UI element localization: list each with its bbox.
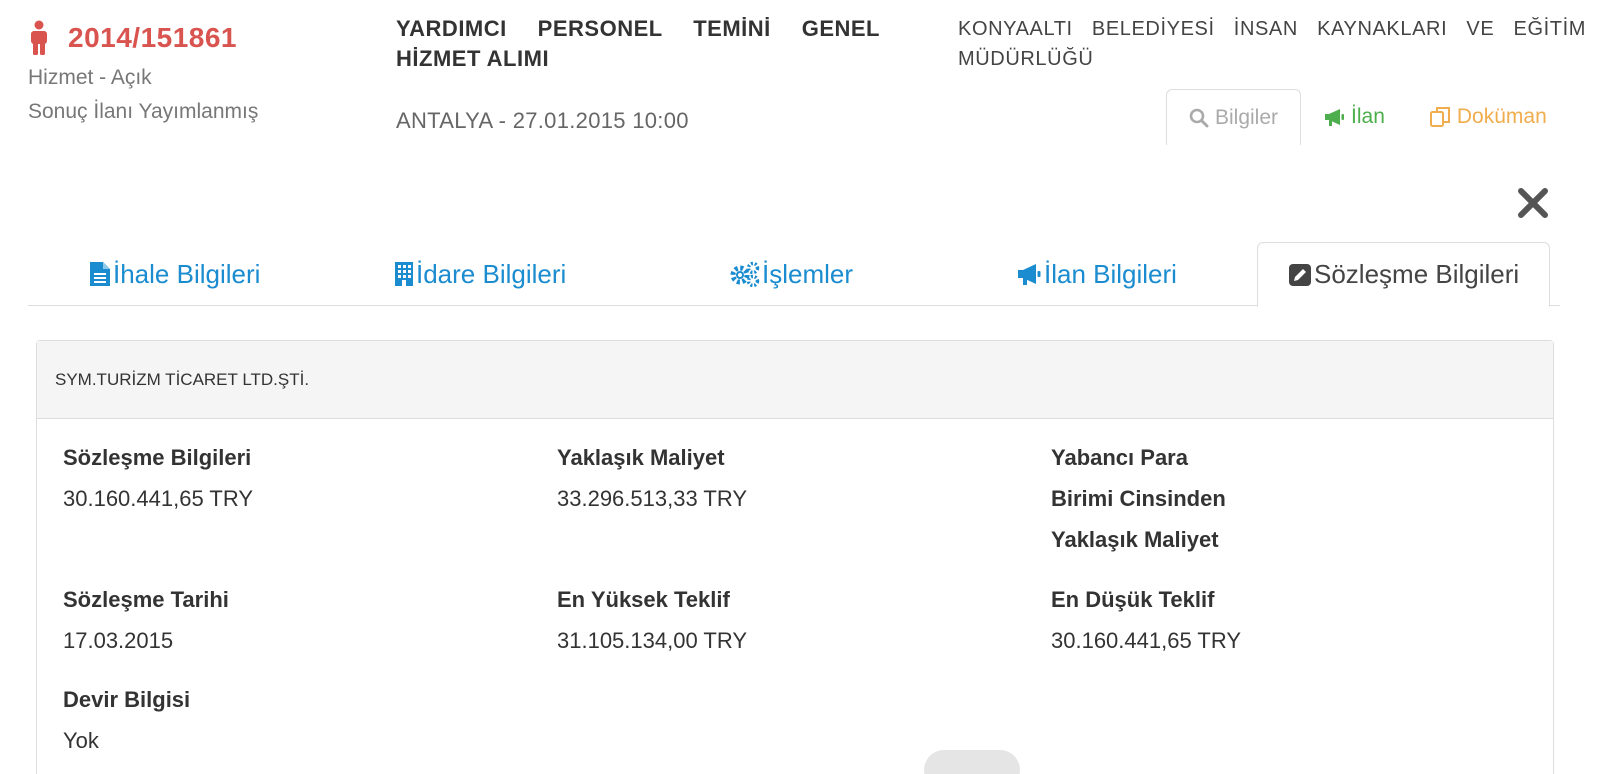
field-label: Sözleşme Bilgileri: [63, 445, 252, 470]
tab-label: İhale Bilgileri: [113, 258, 261, 289]
close-button[interactable]: [1516, 186, 1550, 220]
tab-label: İdare Bilgileri: [416, 258, 567, 289]
field-label: Sözleşme Tarihi: [63, 587, 229, 612]
header-tabs: Bilgiler İlan Doküman: [1166, 89, 1569, 145]
scroll-to-top-button[interactable]: [924, 750, 1020, 774]
administration-block: KONYAALTI BELEDİYESİ İNSAN KAYNAKLARI VE…: [958, 14, 1586, 74]
field-value: 30.160.441,65 TRY: [63, 486, 254, 511]
header-tab-dokuman[interactable]: Doküman: [1407, 89, 1569, 145]
bullhorn-icon: [1018, 264, 1041, 285]
gears-icon: [730, 261, 760, 287]
tender-city-date: ANTALYA - 27.01.2015 10:00: [396, 108, 689, 133]
header-tab-bilgiler[interactable]: Bilgiler: [1166, 89, 1302, 145]
tab-idare-bilgileri[interactable]: İdare Bilgileri: [394, 242, 566, 306]
field-value: 31.105.134,00 TRY: [557, 628, 748, 653]
field-highest-bid: En Yüksek Teklif 31.105.134,00 TRY: [557, 579, 747, 661]
field-approx-cost: Yaklaşık Maliyet 33.296.513,33 TRY: [557, 437, 747, 519]
header-tab-label: Doküman: [1456, 105, 1547, 128]
tender-number: 2014/151861: [68, 22, 238, 53]
edit-icon: [1289, 263, 1311, 286]
field-label: Yabancı Para Birimi Cinsinden Yaklaşık M…: [1051, 445, 1226, 552]
administration-name: KONYAALTI BELEDİYESİ İNSAN KAYNAKLARI VE…: [958, 18, 1586, 70]
file-icon: [90, 262, 110, 286]
tab-label: İşlemler: [762, 258, 854, 289]
tab-label: İlan Bilgileri: [1044, 258, 1177, 289]
field-value: 30.160.441,65 TRY: [1051, 628, 1242, 653]
tender-type-status: Hizmet - Açık: [28, 66, 152, 89]
tab-ilan-bilgileri[interactable]: İlan Bilgileri: [1016, 242, 1177, 306]
field-label: Devir Bilgisi: [63, 687, 191, 712]
field-lowest-bid: En Düşük Teklif 30.160.441,65 TRY: [1051, 579, 1241, 661]
tab-label: Sözleşme Bilgileri: [1314, 259, 1520, 289]
field-value: 17.03.2015: [63, 628, 174, 653]
field-label: Yaklaşık Maliyet: [557, 445, 725, 470]
field-contract-amount: Sözleşme Bilgileri 30.160.441,65 TRY: [63, 437, 253, 519]
ikn-row: 2014/151861: [28, 20, 258, 56]
search-icon: [1189, 108, 1209, 127]
field-label: En Düşük Teklif: [1051, 587, 1215, 612]
field-contract-date: Sözleşme Tarihi 17.03.2015: [63, 579, 229, 661]
field-transfer-info: Devir Bilgisi Yok: [63, 679, 190, 761]
tender-header: 2014/151861 Hizmet - Açık Sonuç İlanı Ya…: [0, 0, 1600, 160]
close-icon: [1518, 188, 1548, 218]
field-value: 33.296.513,33 TRY: [557, 486, 748, 511]
header-tab-ilan[interactable]: İlan: [1301, 89, 1407, 145]
tender-title: YARDIMCI PERSONEL TEMİNİ GENEL HİZMET AL…: [396, 16, 880, 71]
bullhorn-icon: [1325, 109, 1345, 126]
building-icon: [395, 262, 413, 286]
person-icon: [28, 20, 50, 56]
field-label: En Yüksek Teklif: [557, 587, 730, 612]
header-tab-label: Bilgiler: [1215, 105, 1279, 129]
field-value: Yok: [63, 728, 99, 753]
tab-islemler[interactable]: İşlemler: [730, 242, 853, 306]
tender-id-block: 2014/151861 Hizmet - Açık Sonuç İlanı Ya…: [28, 20, 258, 124]
tender-title-block: YARDIMCI PERSONEL TEMİNİ GENEL HİZMET AL…: [396, 14, 880, 134]
tab-ihale-bilgileri[interactable]: İhale Bilgileri: [89, 242, 260, 306]
contractor-name: SYM.TURİZM TİCARET LTD.ŞTİ.: [37, 341, 1553, 419]
tab-sozlesme-bilgileri[interactable]: Sözleşme Bilgileri: [1257, 242, 1551, 307]
header-tab-label: İlan: [1351, 105, 1385, 128]
detail-tabs: İhale Bilgileri İdare Bilgileri İşlemler: [28, 242, 1560, 307]
copy-icon: [1429, 107, 1450, 127]
tender-result-status: Sonuç İlanı Yayımlanmış: [28, 100, 259, 123]
field-foreign-approx-cost: Yabancı Para Birimi Cinsinden Yaklaşık M…: [1051, 437, 1251, 560]
contract-panel: SYM.TURİZM TİCARET LTD.ŞTİ. Sözleşme Bil…: [36, 340, 1554, 774]
